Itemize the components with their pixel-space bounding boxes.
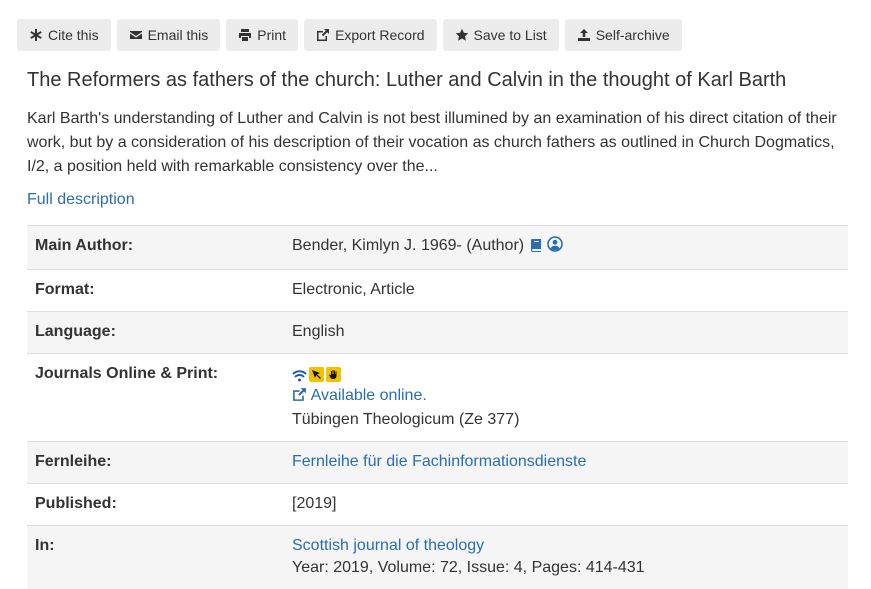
export-record-label: Export Record	[335, 27, 424, 43]
available-online-label: Available online.	[311, 387, 427, 404]
record-abstract: Karl Barth's understanding of Luther and…	[27, 107, 847, 179]
cite-button[interactable]: Cite this	[17, 19, 111, 51]
in-value: Scottish journal of theology Year: 2019,…	[284, 526, 848, 589]
availability-badges	[292, 363, 840, 385]
format-value: Electronic, Article	[284, 270, 848, 312]
published-value: [2019]	[284, 484, 848, 526]
email-label: Email this	[148, 27, 209, 43]
full-description-link[interactable]: Full description	[27, 191, 135, 209]
wifi-signal-icon[interactable]	[292, 367, 307, 382]
user-circle-icon[interactable]	[547, 236, 563, 259]
print-button[interactable]: Print	[226, 19, 298, 51]
journal-details: Year: 2019, Volume: 72, Issue: 4, Pages:…	[292, 557, 840, 579]
star-icon	[455, 28, 469, 42]
upload-icon	[577, 28, 591, 42]
record-details-table: Main Author: Bender, Kimlyn J. 1969- (Au…	[27, 225, 848, 589]
fernleihe-label: Fernleihe:	[27, 442, 284, 484]
journal-link[interactable]: Scottish journal of theology	[292, 537, 484, 554]
record-toolbar: Cite this Email this Print Export Record…	[17, 19, 682, 51]
table-row: Published: [2019]	[27, 484, 848, 526]
external-link-icon	[316, 28, 330, 42]
email-button[interactable]: Email this	[117, 19, 221, 51]
available-online-link[interactable]: Available online.	[292, 385, 840, 409]
save-to-list-button[interactable]: Save to List	[443, 19, 559, 51]
book-icon[interactable]	[529, 237, 543, 259]
table-row: Journals Online & Print: Available onlin…	[27, 354, 848, 442]
main-author-link[interactable]: Bender, Kimlyn J. 1969- (Author)	[292, 237, 524, 254]
asterisk-icon	[29, 28, 43, 42]
holding-text: Tübingen Theologicum (Ze 377)	[292, 409, 840, 431]
save-to-list-label: Save to List	[474, 27, 547, 43]
self-archive-button[interactable]: Self-archive	[565, 19, 682, 51]
main-author-value: Bender, Kimlyn J. 1969- (Author)	[284, 226, 848, 270]
published-label: Published:	[27, 484, 284, 526]
envelope-icon	[129, 28, 143, 42]
table-row: Language: English	[27, 312, 848, 354]
table-row: In: Scottish journal of theology Year: 2…	[27, 526, 848, 589]
journals-label: Journals Online & Print:	[27, 354, 284, 442]
language-label: Language:	[27, 312, 284, 354]
language-value: English	[284, 312, 848, 354]
table-row: Format: Electronic, Article	[27, 270, 848, 312]
self-archive-label: Self-archive	[596, 27, 670, 43]
printer-icon	[238, 28, 252, 42]
record-title: The Reformers as fathers of the church: …	[27, 69, 786, 92]
main-author-label: Main Author:	[27, 226, 284, 270]
table-row: Fernleihe: Fernleihe für die Fachinforma…	[27, 442, 848, 484]
journals-value: Available online. Tübingen Theologicum (…	[284, 354, 848, 442]
table-row: Main Author: Bender, Kimlyn J. 1969- (Au…	[27, 226, 848, 270]
print-label: Print	[257, 27, 286, 43]
format-label: Format:	[27, 270, 284, 312]
arrow-cursor-icon[interactable]	[309, 367, 324, 382]
hand-icon[interactable]	[326, 367, 341, 382]
external-link-icon	[292, 387, 307, 409]
cite-label: Cite this	[48, 27, 99, 43]
in-label: In:	[27, 526, 284, 589]
fernleihe-link[interactable]: Fernleihe für die Fachinformationsdienst…	[292, 453, 586, 470]
export-record-button[interactable]: Export Record	[304, 19, 436, 51]
